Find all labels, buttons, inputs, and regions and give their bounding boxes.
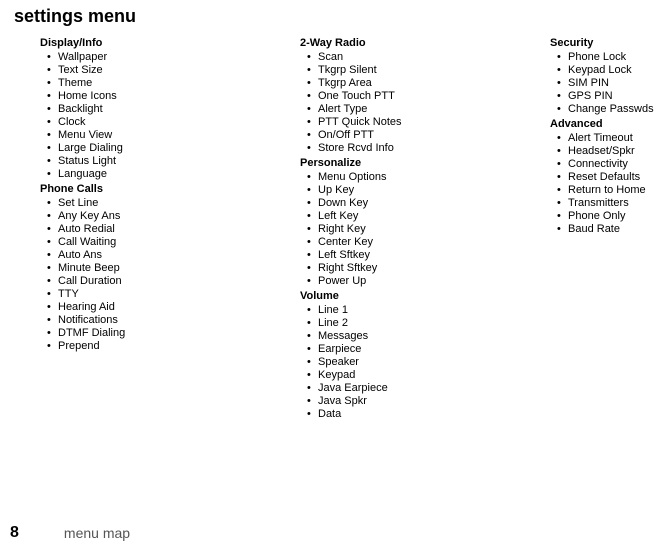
list-item: Status Light [58,155,290,168]
list-item: One Touch PTT [318,90,550,103]
list-item: Set Line [58,197,290,210]
list-item: PTT Quick Notes [318,116,550,129]
column-1: Display/Info Wallpaper Text Size Theme H… [10,35,290,423]
section-heading: Phone Calls [40,183,290,195]
list-item: Text Size [58,64,290,77]
section-heading: Security [550,37,663,49]
list-item: Hearing Aid [58,301,290,314]
list-item: Left Sftkey [318,249,550,262]
list-item: Alert Timeout [568,132,663,145]
section-heading: Advanced [550,118,663,130]
list-item: Return to Home [568,184,663,197]
list-item: Data [318,408,550,421]
section-heading: Display/Info [40,37,290,49]
list-item: Reset Defaults [568,171,663,184]
list-item: GPS PIN [568,90,663,103]
list-item: Power Up [318,275,550,288]
list-item: Call Waiting [58,236,290,249]
list-item: Prepend [58,340,290,353]
list-item: Right Key [318,223,550,236]
list-item: Store Rcvd Info [318,142,550,155]
list-item: Auto Ans [58,249,290,262]
section-heading: Volume [300,290,550,302]
list-item: Keypad Lock [568,64,663,77]
list-item: Tkgrp Area [318,77,550,90]
page-title: settings menu [14,6,653,27]
list-item: Alert Type [318,103,550,116]
list-item: Menu View [58,129,290,142]
list-item: Minute Beep [58,262,290,275]
list-item: Keypad [318,369,550,382]
list-item: Headset/Spkr [568,145,663,158]
list-item: Theme [58,77,290,90]
page-footer: 8 menu map [10,524,130,542]
list-item: TTY [58,288,290,301]
list-item: Notifications [58,314,290,327]
list-item: Backlight [58,103,290,116]
section-heading: 2-Way Radio [300,37,550,49]
section-heading: Personalize [300,157,550,169]
menu-columns: Display/Info Wallpaper Text Size Theme H… [10,35,653,423]
list-item: Menu Options [318,171,550,184]
page-number: 8 [10,524,19,542]
list-item: Center Key [318,236,550,249]
list-item: Java Earpiece [318,382,550,395]
list-item: Language [58,168,290,181]
list-item: Line 1 [318,304,550,317]
list-item: Transmitters [568,197,663,210]
list-item: Up Key [318,184,550,197]
list-item: Speaker [318,356,550,369]
list-item: On/Off PTT [318,129,550,142]
list-item: Earpiece [318,343,550,356]
list-item: Left Key [318,210,550,223]
list-item: Phone Only [568,210,663,223]
list-item: Baud Rate [568,223,663,236]
list-item: Down Key [318,197,550,210]
list-item: SIM PIN [568,77,663,90]
list-item: Large Dialing [58,142,290,155]
list-item: Clock [58,116,290,129]
list-item: Wallpaper [58,51,290,64]
list-item: Java Spkr [318,395,550,408]
list-item: Scan [318,51,550,64]
list-item: Tkgrp Silent [318,64,550,77]
list-item: Any Key Ans [58,210,290,223]
list-item: Change Passwds [568,103,663,116]
list-item: Right Sftkey [318,262,550,275]
list-item: Line 2 [318,317,550,330]
column-2: 2-Way Radio Scan Tkgrp Silent Tkgrp Area… [290,35,550,423]
list-item: Home Icons [58,90,290,103]
list-item: Messages [318,330,550,343]
list-item: Phone Lock [568,51,663,64]
list-item: DTMF Dialing [58,327,290,340]
column-3: Security Phone Lock Keypad Lock SIM PIN … [550,35,663,423]
list-item: Connectivity [568,158,663,171]
list-item: Call Duration [58,275,290,288]
list-item: Auto Redial [58,223,290,236]
footer-label: menu map [64,525,130,541]
